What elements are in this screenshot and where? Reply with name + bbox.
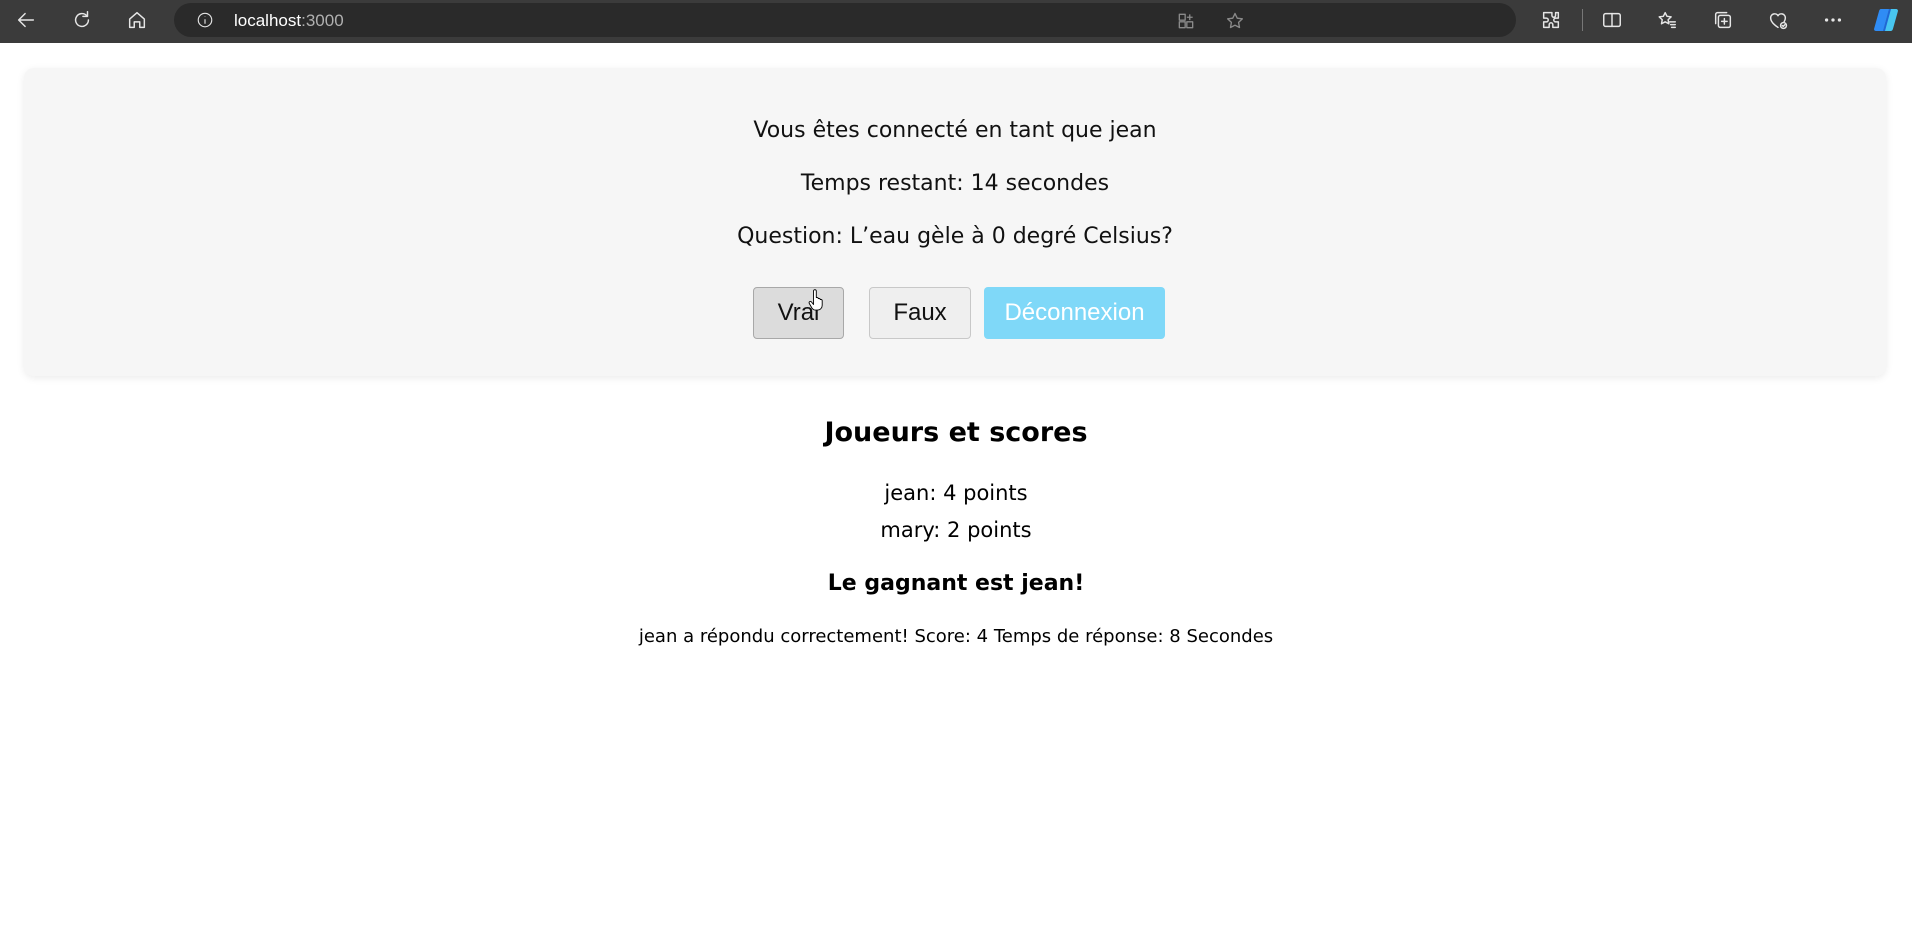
extensions-icon[interactable]	[1533, 4, 1569, 36]
hand-cursor-icon	[808, 289, 826, 311]
app-available-icon[interactable]	[1174, 9, 1198, 33]
browser-essentials-icon[interactable]	[1760, 4, 1796, 36]
refresh-icon[interactable]	[64, 4, 100, 36]
more-icon[interactable]	[1815, 4, 1851, 36]
favorites-icon[interactable]	[1649, 4, 1685, 36]
home-icon[interactable]	[119, 4, 155, 36]
time-remaining-text: Temps restant: 14 secondes	[800, 171, 1110, 196]
winner-text: Le gagnant est jean!	[827, 571, 1085, 596]
question-text: Question: L’eau gèle à 0 degré Celsius?	[737, 224, 1173, 249]
info-icon[interactable]	[196, 11, 214, 29]
browser-toolbar: localhost:3000	[0, 0, 1912, 43]
address-bar[interactable]: localhost:3000	[174, 3, 1516, 37]
url-port: :3000	[301, 11, 344, 30]
split-screen-icon[interactable]	[1594, 4, 1630, 36]
connected-user-text: Vous êtes connecté en tant que jean	[753, 118, 1157, 143]
toolbar-divider	[1582, 9, 1583, 31]
copilot-icon[interactable]	[1872, 6, 1900, 34]
url-text[interactable]: localhost:3000	[234, 11, 344, 31]
collections-icon[interactable]	[1705, 4, 1741, 36]
player-score-item: mary: 2 points	[880, 518, 1032, 542]
false-answer-button[interactable]: Faux	[869, 287, 971, 339]
favorite-star-icon[interactable]	[1223, 9, 1247, 33]
result-message: jean a répondu correctement! Score: 4 Te…	[638, 626, 1274, 647]
logout-button[interactable]: Déconnexion	[984, 287, 1165, 339]
back-icon[interactable]	[8, 4, 44, 36]
true-answer-button[interactable]: Vrai	[753, 287, 844, 339]
scores-title: Joueurs et scores	[824, 417, 1088, 448]
player-score-item: jean: 4 points	[884, 481, 1028, 505]
url-host: localhost	[234, 11, 302, 30]
